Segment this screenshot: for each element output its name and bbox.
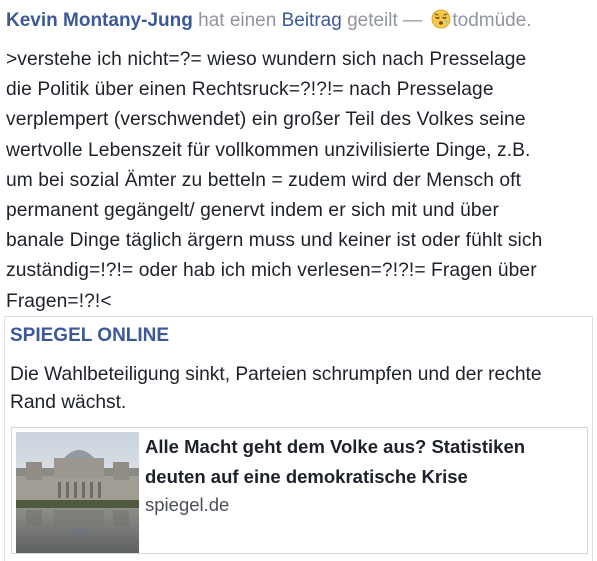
action-text-before: hat einen [192,10,282,31]
link-title[interactable]: Alle Macht geht dem Volke aus? Statistik… [145,432,575,492]
action-text-after: geteilt — [341,10,428,31]
link-preview[interactable]: Alle Macht geht dem Volke aus? Statistik… [11,427,588,554]
sleepy-face-icon [431,9,451,37]
shared-content-card[interactable]: SPIEGEL ONLINE Die Wahlbeteiligung sinkt… [4,316,593,561]
feeling-text: todmüde. [452,10,532,31]
link-domain: spiegel.de [145,494,230,515]
author-name-link[interactable]: Kevin Montany-Jung [6,10,193,31]
source-page-link[interactable]: SPIEGEL ONLINE [10,323,169,349]
post-header: Kevin Montany-Jung hat einen Beitrag get… [6,8,591,34]
post-body-text: >verstehe ich nicht=?= wieso wundern sic… [6,49,543,312]
shared-post: Kevin Montany-Jung hat einen Beitrag get… [0,0,597,561]
post-link[interactable]: Beitrag [282,10,342,31]
link-thumbnail-image[interactable] [16,432,139,553]
shared-summary-text: Die Wahlbeteiligung sinkt, Parteien schr… [10,364,542,413]
